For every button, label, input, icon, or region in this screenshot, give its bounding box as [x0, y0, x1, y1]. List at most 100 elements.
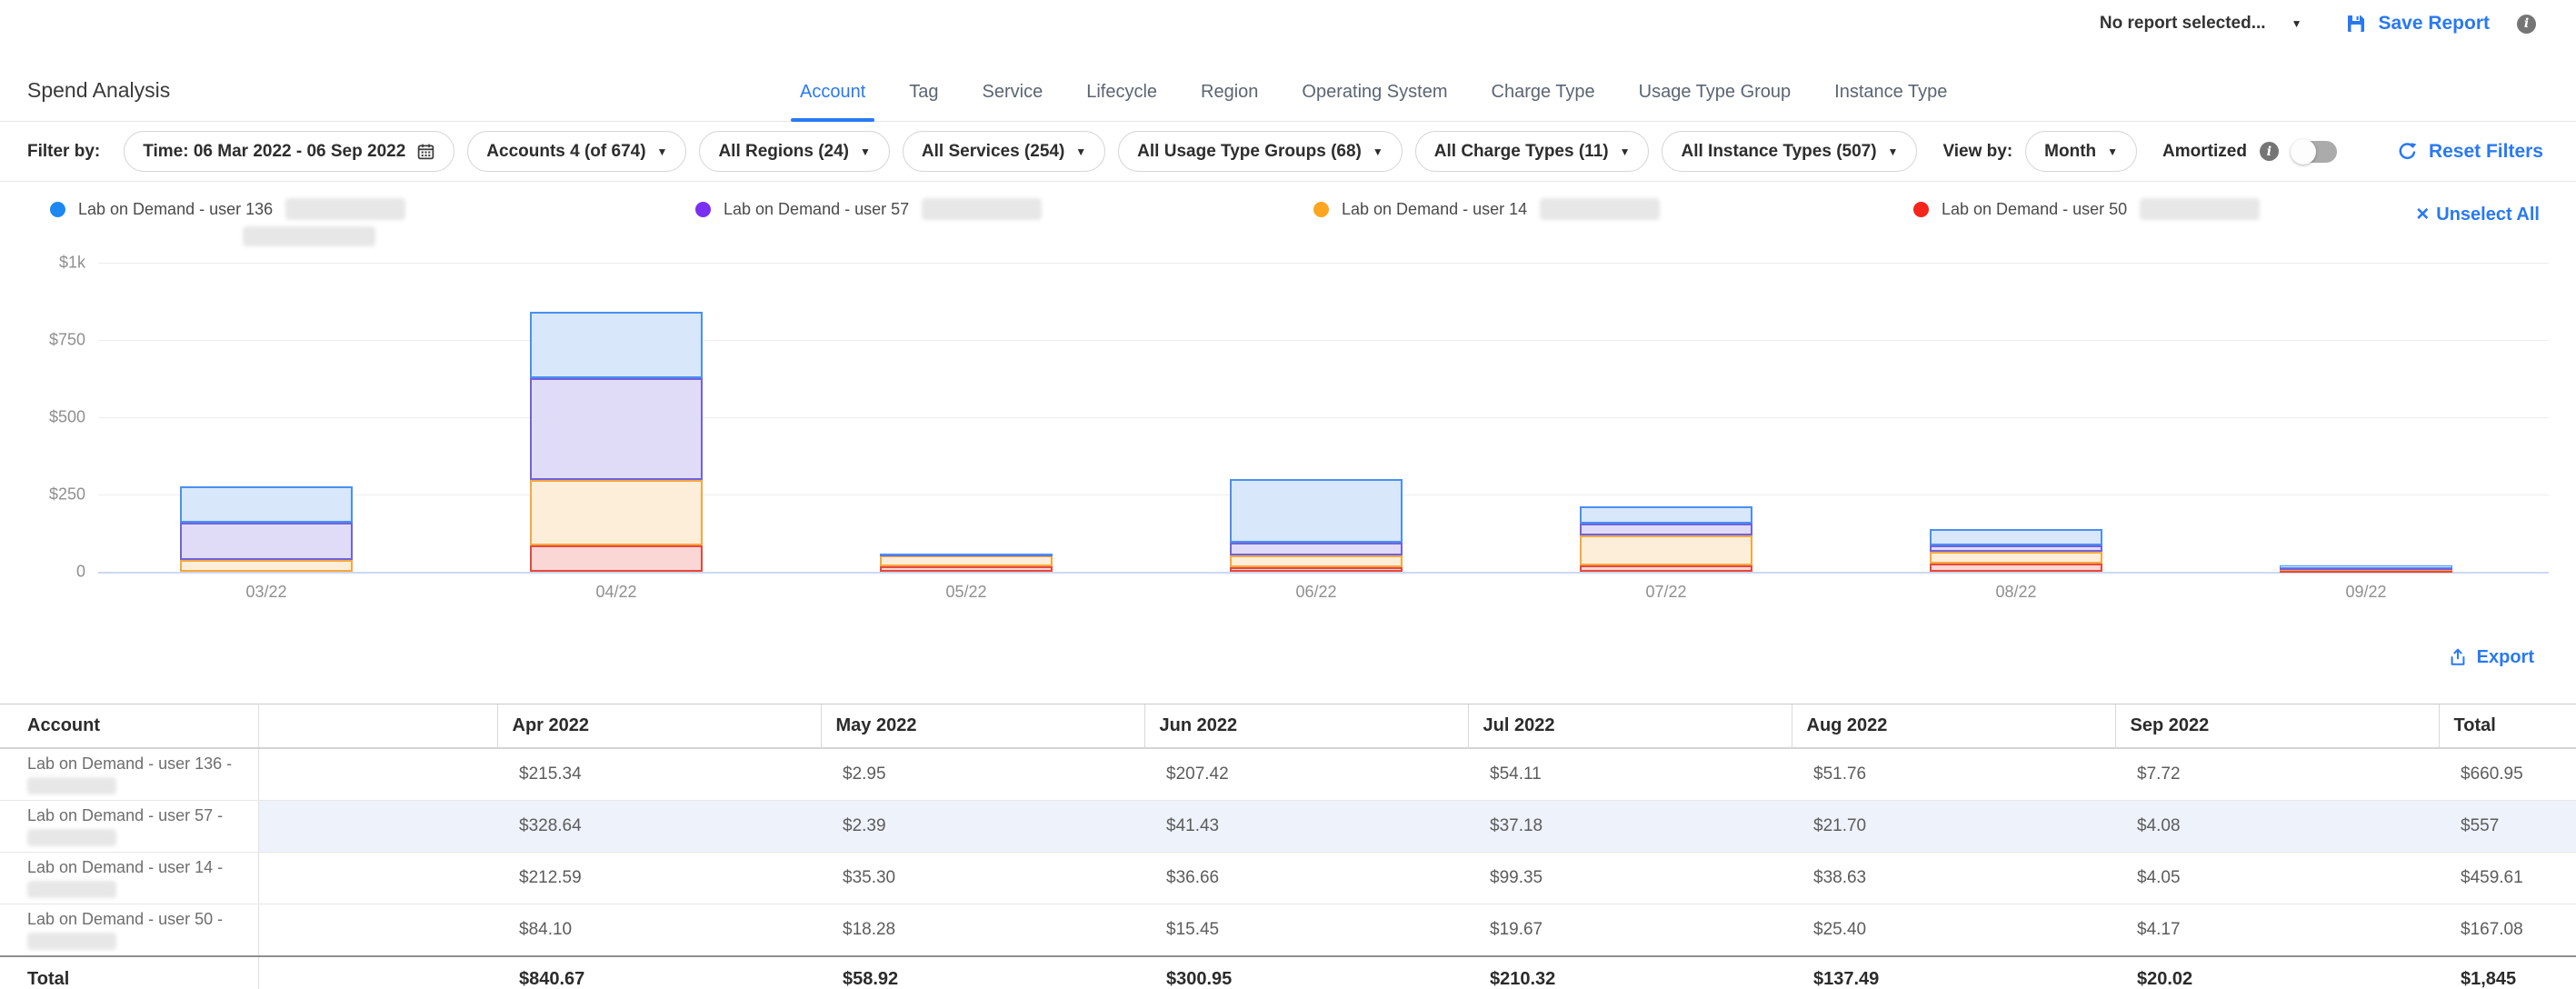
y-axis-tick: $750 — [25, 331, 85, 350]
filter-pill-all-usage-type-groups-68-[interactable]: All Usage Type Groups (68)▼ — [1118, 131, 1403, 172]
legend-dot — [695, 202, 711, 217]
bar-segment[interactable] — [1580, 506, 1752, 523]
legend-label: Lab on Demand - user 50 — [1942, 200, 2127, 219]
tab-charge-type[interactable]: Charge Type — [1492, 82, 1595, 121]
redacted-text — [27, 829, 116, 846]
filter-pill-time-06-mar-2022-06-sep-2022[interactable]: Time: 06 Mar 2022 - 06 Sep 2022 — [124, 131, 454, 172]
table-total-row: Total$840.67$58.92$300.95$210.32$137.49$… — [0, 956, 2576, 989]
spacer-cell — [258, 748, 497, 801]
filter-pill-label: All Usage Type Groups (68) — [1137, 142, 1362, 162]
filter-pill-all-charge-types-11-[interactable]: All Charge Types (11)▼ — [1415, 131, 1650, 172]
filter-pill-label: All Regions (24) — [718, 142, 849, 162]
legend-label: Lab on Demand - user 136 — [78, 200, 273, 219]
unselect-all-button[interactable]: × Unselect All — [2416, 204, 2540, 225]
bar-segment[interactable] — [530, 480, 703, 545]
legend-item[interactable]: Lab on Demand - user 14 — [1313, 198, 1913, 249]
bar-segment[interactable] — [1230, 567, 1403, 572]
column-header-sep-2022: Sep 2022 — [2115, 704, 2439, 749]
chart-legend: Lab on Demand - user 136 Lab on Demand - … — [0, 182, 2576, 253]
chart-gridline — [98, 340, 2549, 341]
tab-region[interactable]: Region — [1201, 82, 1258, 121]
account-cell: Lab on Demand - user 57 - — [0, 801, 258, 853]
legend-line: Lab on Demand - user 14 — [1313, 198, 1913, 220]
amortized-toggle[interactable] — [2291, 141, 2337, 163]
table-row: Lab on Demand - user 136 -$215.34$2.95$2… — [0, 748, 2576, 801]
info-icon[interactable]: i — [2260, 142, 2279, 161]
report-selector[interactable]: No report selected... ▼ — [2100, 14, 2302, 34]
column-header-aug-2022: Aug 2022 — [1792, 704, 2115, 749]
value-cell: $557 — [2439, 801, 2576, 853]
value-cell: $207.42 — [1144, 748, 1468, 801]
value-cell: $38.63 — [1792, 853, 2115, 904]
tab-tag[interactable]: Tag — [909, 82, 938, 121]
bar-segment[interactable] — [1930, 564, 2102, 572]
x-axis-tick: 09/22 — [2345, 583, 2386, 602]
value-cell: $54.11 — [1468, 748, 1792, 801]
value-cell: $35.30 — [821, 853, 1144, 904]
reset-filters-button[interactable]: Reset Filters — [2397, 141, 2543, 163]
amortized-label: Amortized — [2162, 142, 2247, 162]
table-row: Lab on Demand - user 57 -$328.64$2.39$41… — [0, 801, 2576, 853]
bar-segment[interactable] — [530, 545, 703, 572]
redacted-text — [27, 777, 116, 794]
bar-segment[interactable] — [880, 554, 1053, 555]
tab-lifecycle[interactable]: Lifecycle — [1086, 82, 1157, 121]
y-axis-tick: $500 — [25, 408, 85, 427]
page-title: Spend Analysis — [27, 78, 170, 121]
tab-operating-system[interactable]: Operating System — [1302, 82, 1447, 121]
total-value-cell: $840.67 — [497, 956, 821, 989]
tab-instance-type[interactable]: Instance Type — [1834, 82, 1947, 121]
bar-segment[interactable] — [2280, 568, 2452, 570]
tab-usage-type-group[interactable]: Usage Type Group — [1639, 82, 1792, 121]
filter-pill-accounts-4-of-674-[interactable]: Accounts 4 (of 674)▼ — [467, 131, 686, 172]
export-icon — [2448, 647, 2468, 667]
legend-item[interactable]: Lab on Demand - user 136 — [50, 198, 695, 249]
bar-segment[interactable] — [1930, 545, 2102, 552]
total-value-cell: $300.95 — [1144, 956, 1468, 989]
tab-account[interactable]: Account — [800, 82, 865, 121]
value-cell: $459.61 — [2439, 853, 2576, 904]
bar-segment[interactable] — [1580, 524, 1752, 535]
table-row: Lab on Demand - user 50 -$84.10$18.28$15… — [0, 904, 2576, 957]
legend-label: Lab on Demand - user 14 — [1342, 200, 1527, 219]
legend-line: Lab on Demand - user 136 — [50, 198, 695, 220]
bar-segment[interactable] — [180, 523, 353, 561]
account-cell: Lab on Demand - user 136 - — [0, 748, 258, 801]
legend-dot — [50, 202, 65, 217]
redacted-text — [27, 881, 116, 898]
export-button[interactable]: Export — [2448, 647, 2534, 668]
filter-pill-all-instance-types-507-[interactable]: All Instance Types (507)▼ — [1662, 131, 1917, 172]
value-cell: $328.64 — [497, 801, 821, 853]
filter-pill-all-regions-24-[interactable]: All Regions (24) ▼ — [699, 131, 889, 172]
top-bar: No report selected... ▼ Save Report i — [0, 0, 2576, 47]
value-cell: $21.70 — [1792, 801, 2115, 853]
tab-service[interactable]: Service — [983, 82, 1043, 121]
bar-segment[interactable] — [1930, 529, 2102, 545]
caret-down-icon: ▼ — [2107, 146, 2118, 157]
bar-segment[interactable] — [1230, 543, 1403, 555]
bar-segment[interactable] — [530, 312, 703, 378]
bar-segment[interactable] — [1230, 555, 1403, 566]
caret-down-icon: ▼ — [860, 146, 871, 157]
bar-segment[interactable] — [2280, 565, 2452, 568]
bar-segment[interactable] — [1230, 479, 1403, 544]
bar-segment[interactable] — [180, 486, 353, 522]
bar-segment[interactable] — [1580, 565, 1752, 572]
y-axis-tick: $250 — [25, 485, 85, 504]
account-cell: Lab on Demand - user 50 - — [0, 904, 258, 957]
reset-icon — [2397, 141, 2418, 162]
filter-pill-all-services-254-[interactable]: All Services (254)▼ — [903, 131, 1105, 172]
bar-segment[interactable] — [530, 378, 703, 480]
bar-segment[interactable] — [180, 560, 353, 572]
bar-segment[interactable] — [1580, 535, 1752, 566]
bar-segment[interactable] — [880, 555, 1053, 566]
bar-segment[interactable] — [1930, 552, 2102, 564]
value-cell: $4.08 — [2115, 801, 2439, 853]
bar-segment[interactable] — [880, 566, 1053, 572]
filter-pill-label: Time: 06 Mar 2022 - 06 Sep 2022 — [143, 142, 405, 162]
legend-item[interactable]: Lab on Demand - user 57 — [695, 198, 1313, 249]
info-icon[interactable]: i — [2517, 15, 2536, 34]
value-cell: $41.43 — [1144, 801, 1468, 853]
view-by-dropdown[interactable]: Month ▼ — [2025, 131, 2137, 172]
save-report-button[interactable]: Save Report — [2345, 13, 2490, 35]
